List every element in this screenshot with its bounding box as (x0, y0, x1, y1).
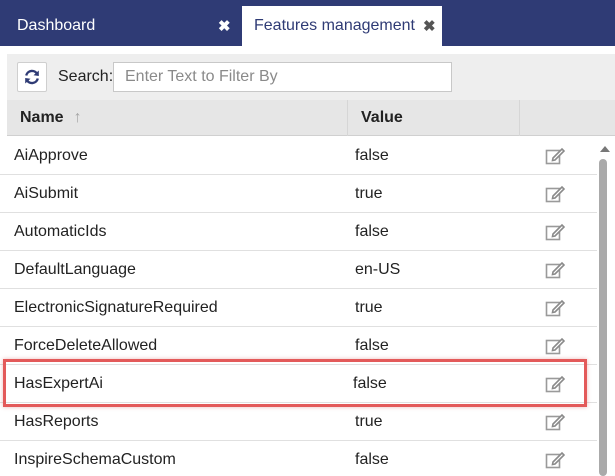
edit-icon[interactable] (545, 222, 566, 242)
tab-dashboard[interactable]: Dashboard ✖ (0, 6, 242, 46)
refresh-button[interactable] (17, 62, 47, 92)
edit-icon[interactable] (545, 146, 566, 166)
feature-value: en-US (355, 261, 401, 278)
scrollbar-thumb[interactable] (599, 159, 607, 476)
table-row[interactable]: InspireSchemaCustom false (0, 441, 597, 476)
table-row[interactable]: AiApprove false (0, 137, 597, 175)
table-row[interactable]: AutomaticIds false (0, 213, 597, 251)
feature-name: ForceDeleteAllowed (14, 337, 158, 354)
table-row[interactable]: DefaultLanguage en-US (0, 251, 597, 289)
table-row[interactable]: HasReports true (0, 403, 597, 441)
feature-name: InspireSchemaCustom (14, 451, 176, 468)
feature-value: true (355, 185, 383, 202)
feature-name: DefaultLanguage (14, 261, 136, 278)
feature-value: false (355, 451, 389, 468)
edit-icon[interactable] (545, 184, 566, 204)
feature-value: false (355, 223, 389, 240)
column-header-label: Name (20, 109, 64, 126)
tab-features-management[interactable]: Features management ✖ (242, 6, 442, 46)
edit-icon[interactable] (545, 260, 566, 280)
tab-label: Dashboard (17, 17, 96, 34)
scroll-up-arrow-icon[interactable] (600, 146, 610, 152)
feature-value: false (355, 147, 389, 164)
refresh-icon (25, 69, 39, 85)
tab-label: Features management (254, 17, 415, 34)
feature-name: ElectronicSignatureRequired (14, 299, 218, 316)
feature-value: true (355, 413, 383, 430)
column-header-name[interactable]: Name ↑ (7, 100, 348, 136)
table-row[interactable]: AiSubmit true (0, 175, 597, 213)
column-header-actions (520, 100, 615, 136)
close-icon[interactable]: ✖ (218, 19, 231, 34)
edit-icon[interactable] (545, 412, 566, 432)
column-header-value[interactable]: Value (348, 100, 520, 136)
sort-ascending-icon: ↑ (73, 109, 82, 126)
edit-icon[interactable] (545, 298, 566, 318)
edit-icon[interactable] (545, 450, 566, 470)
feature-name: HasReports (14, 413, 99, 430)
feature-name: AiApprove (14, 147, 88, 164)
vertical-scrollbar[interactable] (597, 137, 615, 476)
table-row[interactable]: ElectronicSignatureRequired true (0, 289, 597, 327)
search-input[interactable] (113, 62, 452, 92)
search-label: Search: (58, 68, 114, 85)
feature-value: true (355, 299, 383, 316)
grid-header: Name ↑ Value (7, 100, 615, 136)
tab-bar: Dashboard ✖ Features management ✖ (0, 0, 615, 46)
close-icon[interactable]: ✖ (423, 19, 436, 34)
column-header-label: Value (361, 109, 403, 126)
highlight-box (3, 359, 587, 407)
feature-name: AiSubmit (14, 185, 79, 202)
feature-value: false (355, 337, 389, 354)
toolbar: Search: (7, 54, 615, 100)
feature-name: AutomaticIds (14, 223, 107, 240)
edit-icon[interactable] (545, 336, 566, 356)
